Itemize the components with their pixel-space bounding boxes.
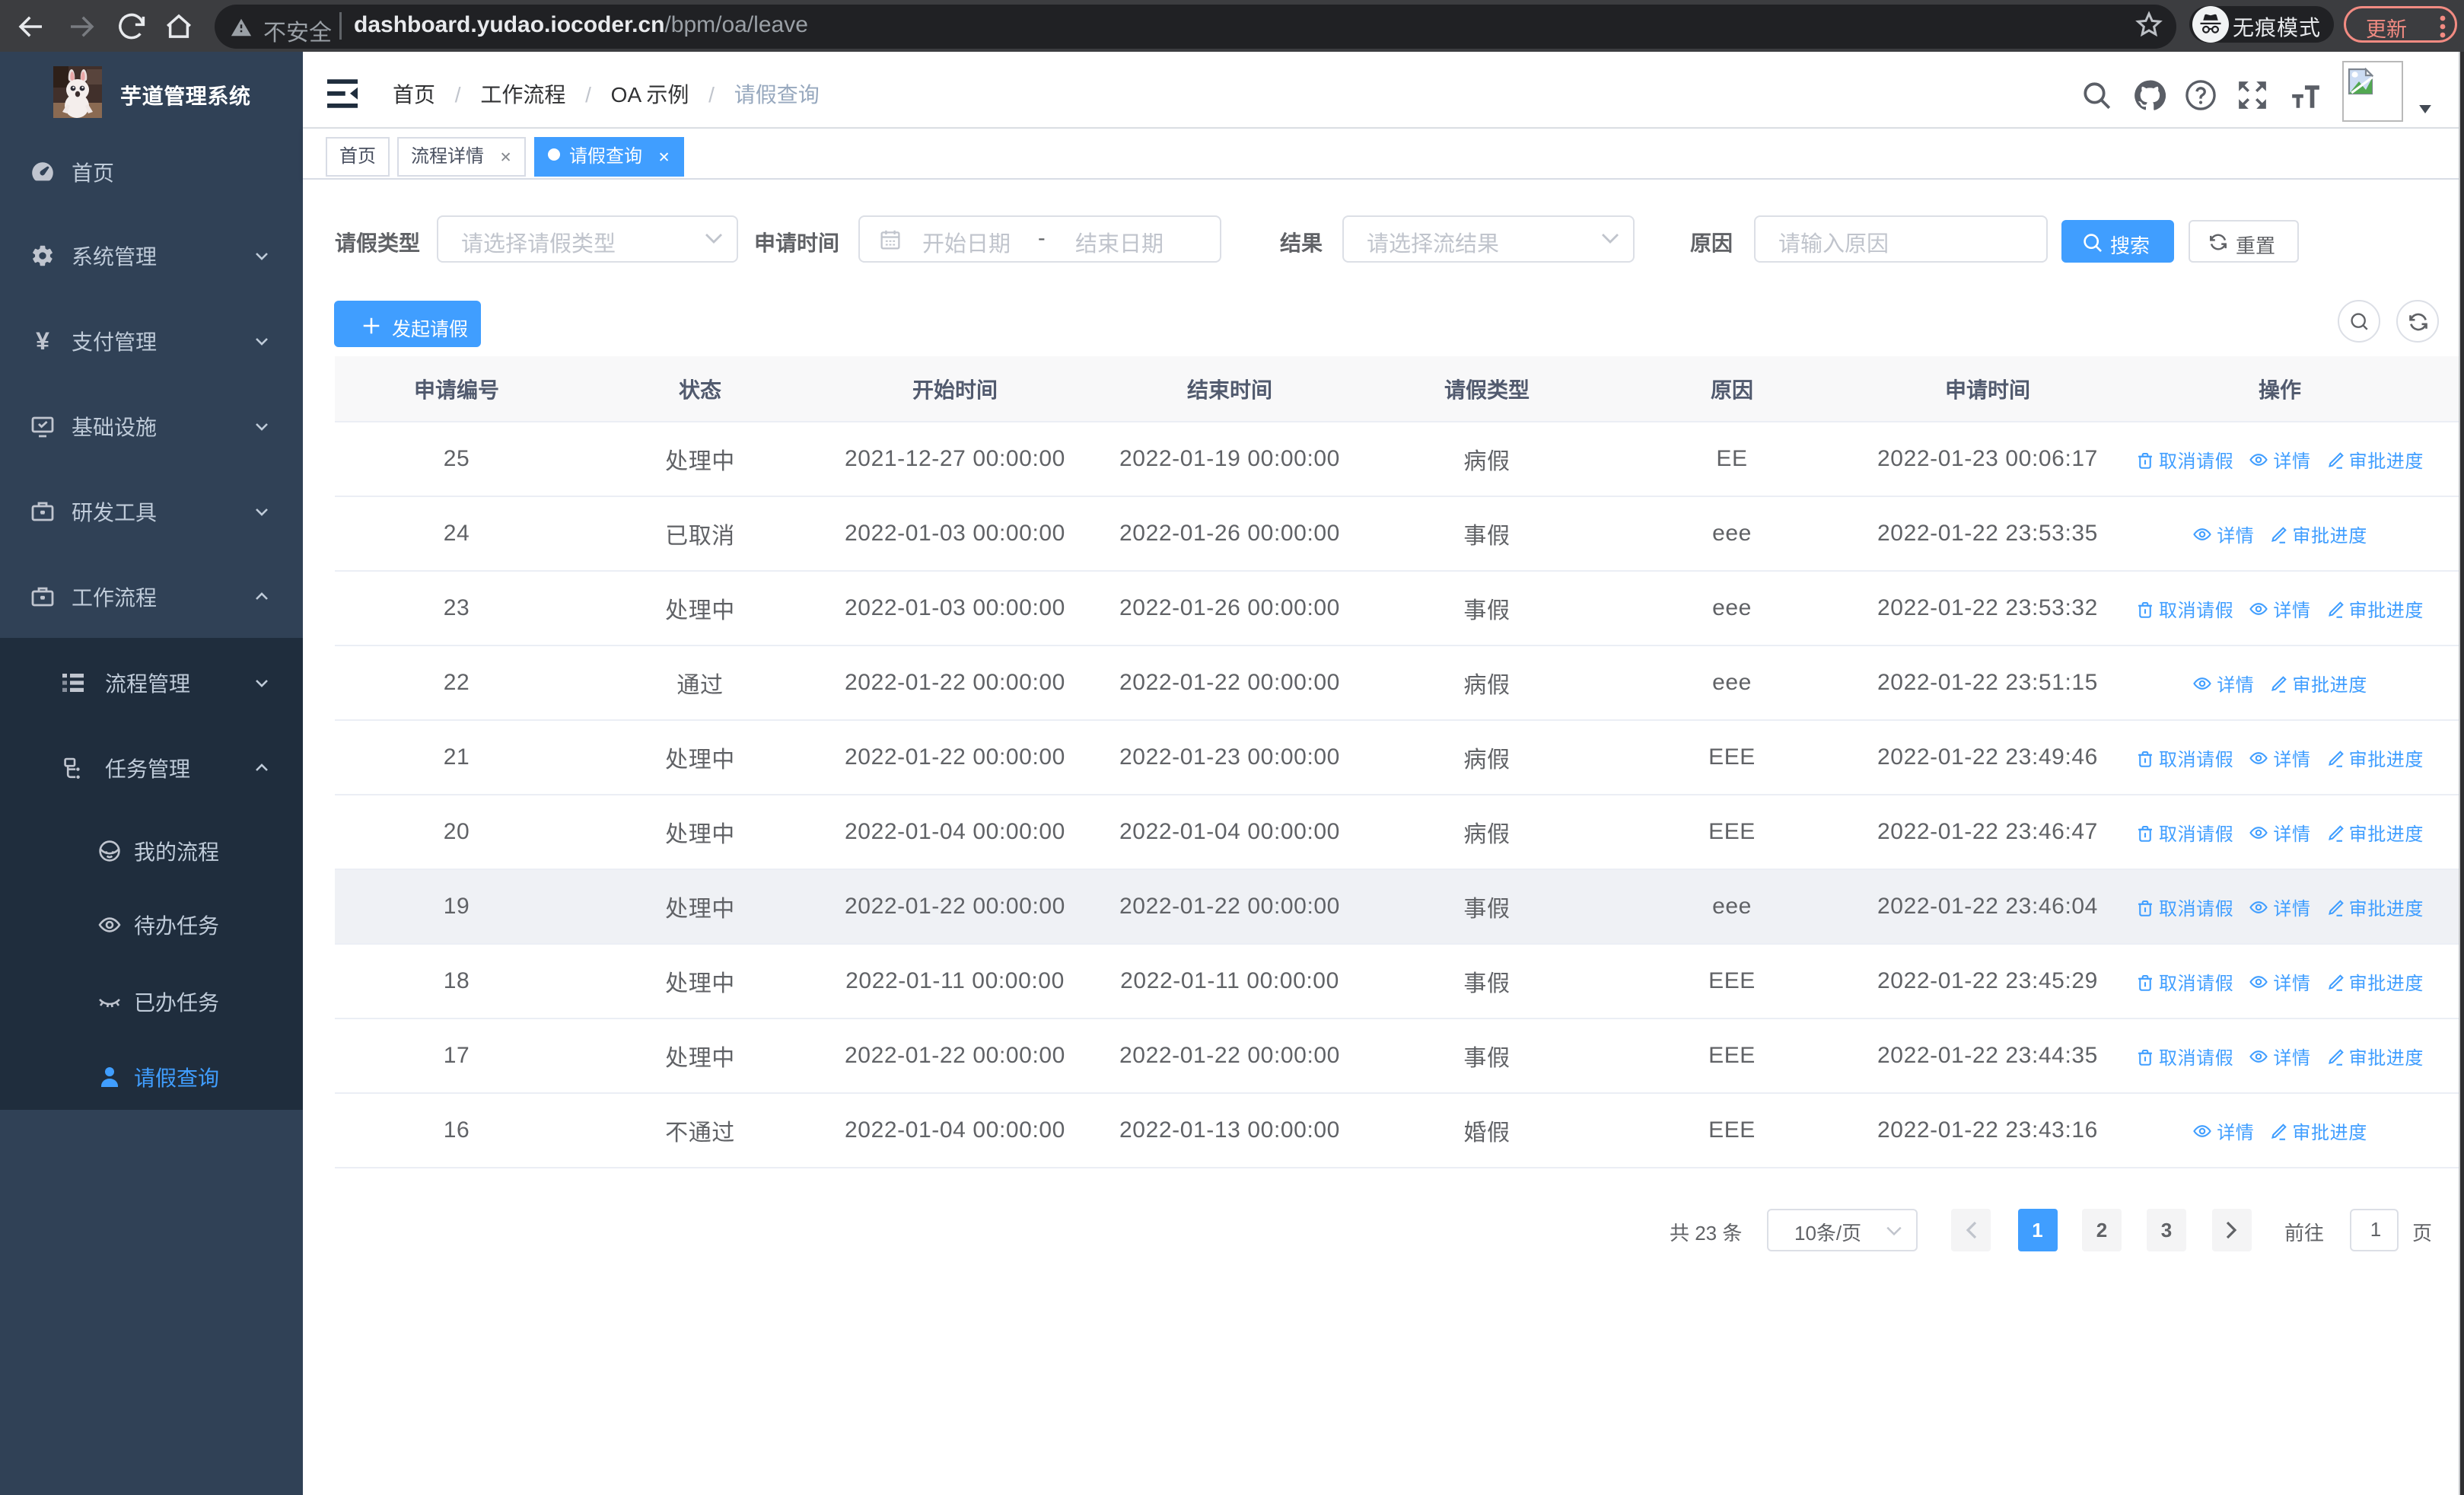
svg-text:¥: ¥ bbox=[36, 329, 49, 353]
